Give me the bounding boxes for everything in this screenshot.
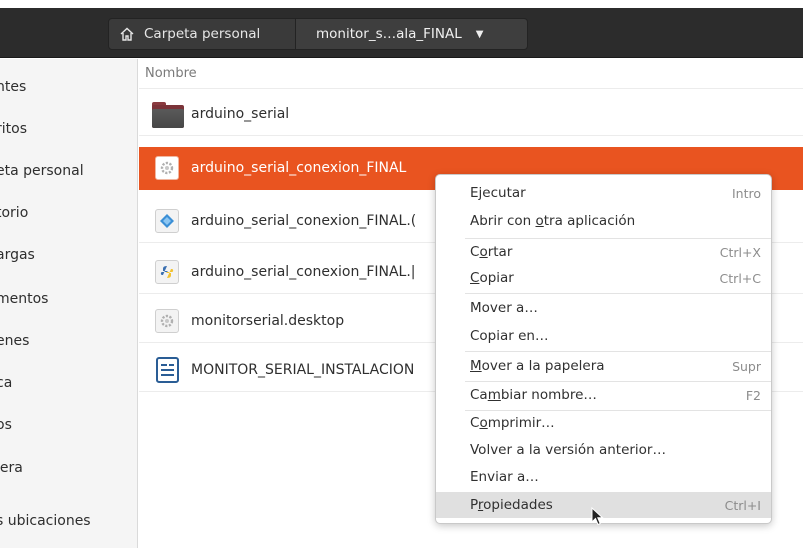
menu-item-label: Cortar (470, 244, 513, 260)
folder-icon (151, 98, 185, 130)
menu-item-label: Mover a… (470, 300, 538, 316)
sidebar-item-label: ntes (0, 79, 27, 95)
sidebar-item-favoritos[interactable]: ritos (0, 109, 138, 149)
menu-item-accelerator: Ctrl+I (724, 497, 761, 513)
document-icon (151, 354, 185, 386)
menu-item-abrir-con-otra-aplicacion[interactable]: Abrir con otra aplicación (436, 208, 771, 234)
menu-item-accelerator: Ctrl+X (719, 244, 761, 260)
mouse-cursor-icon (591, 507, 604, 526)
sidebar: ntes ritos eta personal torio argas ment… (0, 59, 138, 548)
sidebar-item-label: argas (0, 247, 35, 263)
list-item[interactable]: arduino_serial (139, 93, 803, 136)
menu-item-label: Mover a la papelera (470, 358, 605, 374)
sidebar-item-label: lera (0, 460, 23, 476)
chevron-down-icon: ▼ (475, 28, 484, 40)
sidebar-item-label: mentos (0, 291, 49, 307)
sidebar-item-otras-ubicaciones[interactable]: s ubicaciones (0, 501, 138, 541)
file-name: arduino_serial (191, 106, 290, 122)
file-name: arduino_serial_conexion_FINAL (191, 160, 407, 176)
sidebar-item-carpeta-personal[interactable]: eta personal (0, 151, 138, 191)
menu-item-accelerator: Supr (732, 358, 761, 374)
python-icon (151, 256, 185, 288)
menu-item-accelerator: Ctrl+C (719, 270, 761, 286)
menu-item-accelerator: Intro (731, 185, 761, 201)
breadcrumb-current-label: monitor_s…ala_FINAL (316, 26, 462, 42)
menu-item-label: Abrir con otra aplicación (470, 213, 636, 229)
menu-item-copiar-en[interactable]: Copiar en… (436, 323, 771, 349)
sidebar-item-label: s ubicaciones (0, 513, 91, 529)
menu-item-mover-a[interactable]: Mover a… (436, 295, 771, 321)
header-bar: Carpeta personal monitor_s…ala_FINAL ▼ (0, 8, 803, 58)
menu-item-label: Volver a la versión anterior… (470, 442, 666, 458)
menu-separator (465, 351, 771, 352)
menu-item-label: Cambiar nombre… (470, 387, 597, 403)
file-name: arduino_serial_conexion_FINAL.( (191, 213, 417, 229)
gear-icon (151, 152, 185, 184)
file-name: monitorserial.desktop (191, 313, 345, 329)
menu-item-accelerator: F2 (745, 387, 761, 403)
menu-separator (465, 293, 771, 294)
sidebar-item-recientes[interactable]: ntes (0, 67, 138, 107)
menu-item-ejecutar[interactable]: Ejecutar Intro (436, 180, 771, 206)
column-header-name[interactable]: Nombre (139, 59, 803, 89)
menu-item-cortar[interactable]: Cortar Ctrl+X (436, 239, 771, 265)
file-name: MONITOR_SERIAL_INSTALACION (191, 362, 415, 378)
sidebar-item-label: torio (0, 205, 29, 221)
gear-icon (151, 305, 185, 337)
menu-item-mover-a-la-papelera[interactable]: Mover a la papelera Supr (436, 353, 771, 379)
sidebar-item-label: ritos (0, 121, 27, 137)
menu-item-enviar-a[interactable]: Enviar a… (436, 464, 771, 490)
menu-item-label: Copiar en… (470, 328, 549, 344)
menu-item-label: Enviar a… (470, 469, 539, 485)
sidebar-item-descargas[interactable]: argas (0, 235, 138, 275)
menu-item-label: Comprimir… (470, 415, 555, 431)
sidebar-item-label: ca (0, 375, 13, 391)
menu-item-volver-a-la-version-anterior[interactable]: Volver a la versión anterior… (436, 437, 771, 463)
menu-item-label: Copiar (470, 270, 514, 286)
sidebar-item-videos[interactable]: os (0, 405, 138, 445)
sidebar-item-papelera[interactable]: lera (0, 448, 138, 488)
window-top-edge (0, 0, 803, 8)
sidebar-item-label: eta personal (0, 163, 84, 179)
menu-item-label: Propiedades (470, 497, 553, 513)
breadcrumb-home-label: Carpeta personal (144, 26, 261, 42)
breadcrumb-home-button[interactable]: Carpeta personal (108, 18, 296, 50)
file-name: arduino_serial_conexion_FINAL.| (191, 264, 416, 280)
column-header-label: Nombre (145, 66, 197, 81)
menu-item-label: Ejecutar (470, 185, 526, 201)
sidebar-item-escritorio[interactable]: torio (0, 193, 138, 233)
menu-item-cambiar-nombre[interactable]: Cambiar nombre… F2 (436, 382, 771, 408)
arduino-icon (151, 205, 185, 237)
menu-item-comprimir[interactable]: Comprimir… (436, 410, 771, 436)
sidebar-item-musica[interactable]: ca (0, 363, 138, 403)
menu-item-copiar[interactable]: Copiar Ctrl+C (436, 265, 771, 291)
sidebar-item-documentos[interactable]: mentos (0, 279, 138, 319)
sidebar-item-label: enes (0, 333, 30, 349)
breadcrumb-current-button[interactable]: monitor_s…ala_FINAL ▼ (296, 18, 528, 50)
home-icon (119, 26, 135, 42)
sidebar-item-imagenes[interactable]: enes (0, 321, 138, 361)
sidebar-item-label: os (0, 417, 12, 433)
context-menu: Ejecutar Intro Abrir con otra aplicación… (435, 174, 772, 524)
